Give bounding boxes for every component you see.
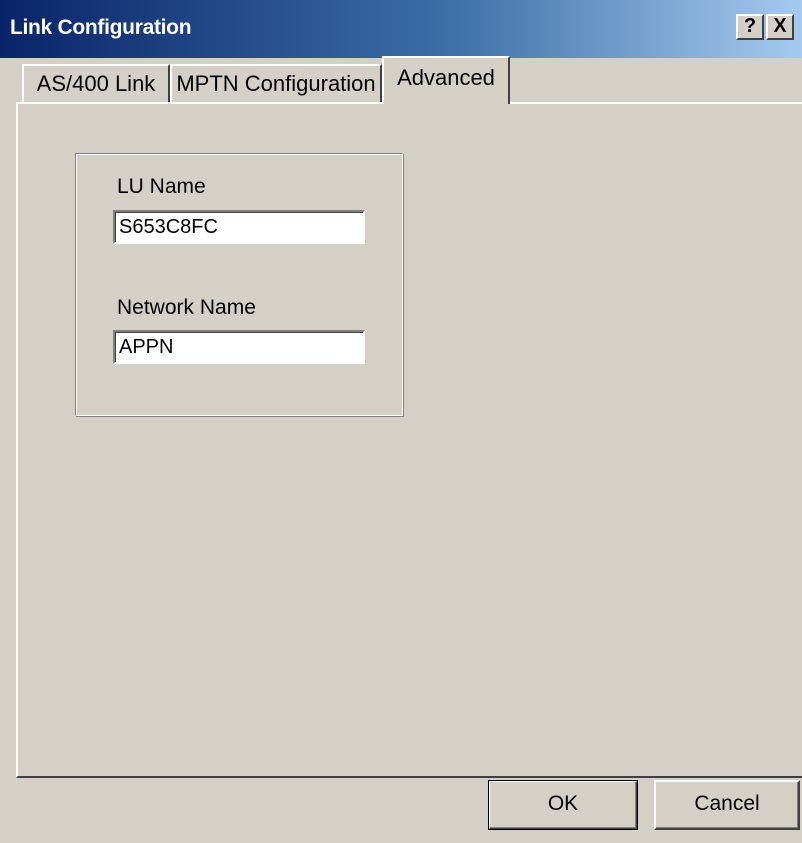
help-icon[interactable]: ?: [736, 14, 764, 40]
lu-name-label: LU Name: [117, 175, 206, 198]
cancel-button[interactable]: Cancel: [654, 780, 800, 830]
network-name-field[interactable]: [113, 330, 365, 364]
close-icon[interactable]: X: [766, 14, 794, 40]
network-name-label: Network Name: [117, 296, 256, 319]
lu-name-field[interactable]: [113, 210, 365, 244]
tab-mptn-configuration[interactable]: MPTN Configuration: [170, 64, 382, 104]
window-title: Link Configuration: [10, 16, 192, 39]
active-tab-joint: [384, 100, 508, 106]
link-configuration-dialog: Link Configuration ? X AS/400 Link MPTN …: [0, 0, 802, 843]
title-bar[interactable]: Link Configuration ? X: [0, 0, 802, 58]
tab-as400-link[interactable]: AS/400 Link: [22, 64, 170, 104]
tab-advanced[interactable]: Advanced: [382, 56, 510, 104]
ok-button[interactable]: OK: [488, 780, 638, 830]
